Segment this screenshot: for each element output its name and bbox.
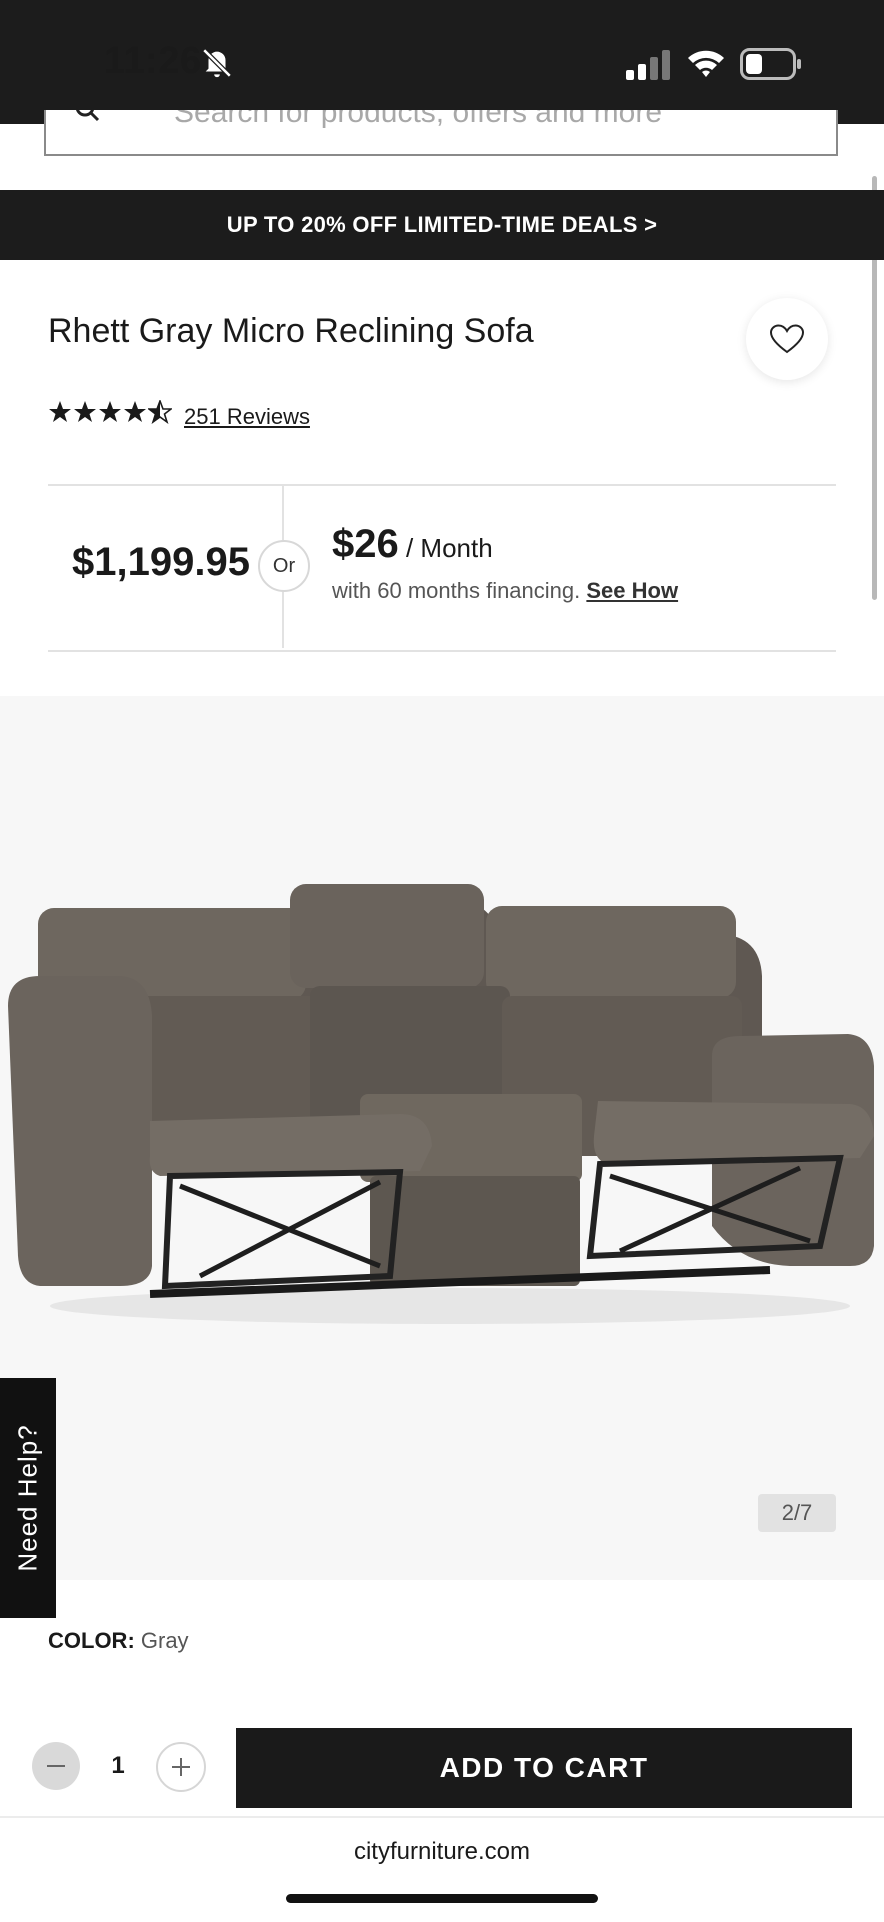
wifi-icon: [688, 50, 724, 77]
color-label: COLOR:: [48, 1628, 135, 1653]
financing-description: with 60 months financing.: [332, 578, 587, 603]
search-icon: [75, 110, 100, 122]
favorite-button[interactable]: [746, 298, 828, 380]
promo-banner-link[interactable]: UP TO 20% OFF LIMITED-TIME DEALS >: [0, 190, 884, 260]
star-full-icon: [74, 401, 96, 422]
quantity-decrease-button[interactable]: [32, 1742, 80, 1790]
star-rating: [48, 400, 172, 432]
color-selector: COLOR: Gray: [48, 1628, 189, 1654]
financing-text: with 60 months financing. See How: [332, 578, 678, 604]
cell-signal-icon: [626, 50, 670, 80]
need-help-label: Need Help?: [12, 1424, 43, 1572]
star-full-icon: [124, 401, 146, 422]
product-price: $1,199.95: [72, 540, 250, 584]
minus-icon: [47, 1765, 65, 1767]
or-badge: Or: [258, 540, 310, 592]
monthly-unit: / Month: [398, 533, 493, 563]
reviews-link[interactable]: 251 Reviews: [184, 404, 310, 430]
home-indicator[interactable]: [286, 1894, 598, 1903]
status-time: 11:26: [104, 40, 202, 82]
heart-icon: [770, 324, 804, 354]
product-title: Rhett Gray Micro Reclining Sofa: [48, 312, 534, 350]
image-counter: 2/7: [758, 1494, 836, 1532]
add-to-cart-button[interactable]: ADD TO CART: [236, 1728, 852, 1808]
battery-icon: [740, 48, 801, 80]
search-bar[interactable]: Search for products, offers and more: [44, 110, 838, 156]
search-input[interactable]: Search for products, offers and more: [174, 110, 662, 130]
plus-icon: [172, 1758, 190, 1776]
quantity-increase-button[interactable]: [156, 1742, 206, 1792]
star-full-icon: [99, 401, 121, 422]
url-text[interactable]: cityfurniture.com: [0, 1838, 884, 1866]
see-how-link[interactable]: See How: [586, 578, 678, 603]
star-full-icon: [49, 401, 71, 422]
star-half-icon: [148, 400, 172, 424]
need-help-tab[interactable]: Need Help?: [0, 1378, 56, 1618]
monthly-amount: $26: [332, 522, 399, 566]
quantity-value: 1: [111, 1752, 125, 1779]
bell-muted-icon: [202, 48, 232, 78]
monthly-payment: $26 / Month: [332, 522, 493, 567]
sofa-image: [8, 884, 874, 1324]
product-image-carousel[interactable]: 2/7: [0, 696, 884, 1580]
color-value: Gray: [134, 1628, 189, 1653]
browser-url-bar: [0, 1816, 884, 1922]
